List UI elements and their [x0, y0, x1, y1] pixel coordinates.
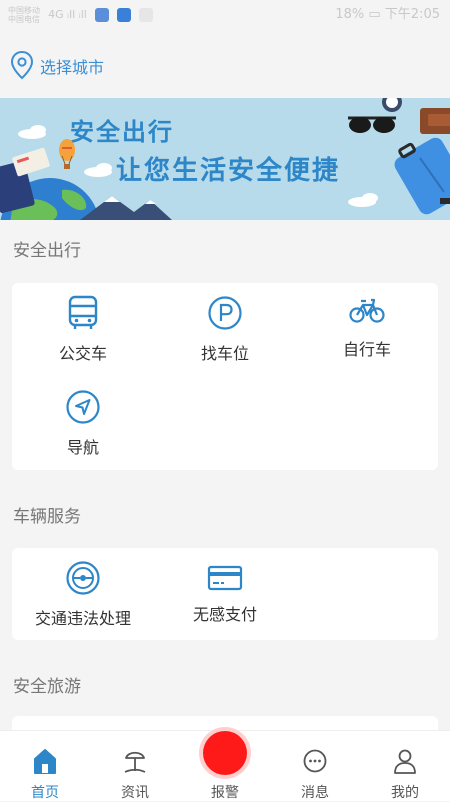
vehicle-service-card: 交通违法处理 无感支付	[12, 548, 438, 640]
grid-item-bicycle[interactable]: 自行车	[296, 295, 438, 360]
signal-indicator: 4G ᵢll ᵢll	[48, 8, 87, 21]
grid-item-label: 交通违法处理	[34, 609, 131, 628]
status-left: 中国移动 中国电信 4G ᵢll ᵢll	[8, 4, 154, 27]
carrier-line-2: 中国电信	[8, 15, 40, 24]
grid-item-parking[interactable]: 找车位	[154, 295, 296, 364]
grid-item-label: 公交车	[58, 344, 107, 363]
tab-label: 报警	[211, 785, 239, 801]
message-icon	[303, 749, 327, 773]
grid-item-traffic-violation[interactable]: 交通违法处理	[12, 560, 154, 629]
banner-subtitle: 让您生活安全便捷	[116, 156, 341, 186]
grid-item-bus[interactable]: 公交车	[12, 295, 154, 364]
carrier-info: 中国移动 中国电信	[8, 6, 40, 24]
section-title-safe-travel: 安全出行	[13, 241, 81, 261]
notification-app-icon	[94, 8, 109, 22]
home-icon	[34, 749, 56, 774]
promo-banner[interactable]: 安全出行 让您生活安全便捷	[0, 98, 450, 220]
section-title-safe-tour: 安全旅游	[13, 677, 81, 697]
city-selector-label: 选择城市	[40, 58, 105, 77]
status-bar: 中国移动 中国电信 4G ᵢll ᵢll 18% ▭ 下午2:05	[0, 0, 450, 30]
beach-umbrella-icon	[124, 751, 146, 773]
tab-profile[interactable]: 我的	[360, 731, 450, 801]
location-pin-icon	[10, 50, 34, 80]
steering-wheel-icon	[66, 561, 100, 595]
navigation-icon	[66, 390, 100, 424]
user-icon	[394, 749, 416, 774]
banner-title: 安全出行	[70, 118, 174, 146]
tab-messages[interactable]: 消息	[270, 731, 360, 801]
grid-item-contactless-payment[interactable]: 无感支付	[154, 564, 296, 625]
tab-home[interactable]: 首页	[0, 731, 90, 801]
notification-wechat-icon	[139, 8, 154, 22]
alarm-button[interactable]	[203, 731, 247, 775]
bicycle-icon	[349, 298, 385, 323]
card-icon	[207, 565, 243, 591]
city-selector[interactable]: 选择城市	[0, 40, 450, 92]
tab-news[interactable]: 资讯	[90, 731, 180, 801]
grid-item-navigation[interactable]: 导航	[12, 389, 154, 458]
notification-shield-icon	[117, 8, 132, 22]
section-title-vehicle-service: 车辆服务	[13, 507, 81, 527]
safe-travel-card: 公交车 找车位 自行车 导航	[12, 283, 438, 470]
tab-label: 消息	[301, 785, 329, 801]
tab-label: 首页	[31, 785, 59, 801]
bus-icon	[68, 295, 98, 329]
status-right: 18% ▭ 下午2:05	[335, 7, 440, 22]
tab-label: 资讯	[121, 785, 149, 801]
tab-label: 我的	[391, 785, 419, 801]
grid-item-label: 找车位	[200, 344, 249, 363]
grid-item-label: 无感支付	[192, 605, 257, 624]
parking-icon	[208, 296, 242, 330]
grid-item-label: 自行车	[342, 340, 391, 359]
carrier-line-1: 中国移动	[8, 6, 40, 15]
grid-item-label: 导航	[66, 438, 99, 457]
